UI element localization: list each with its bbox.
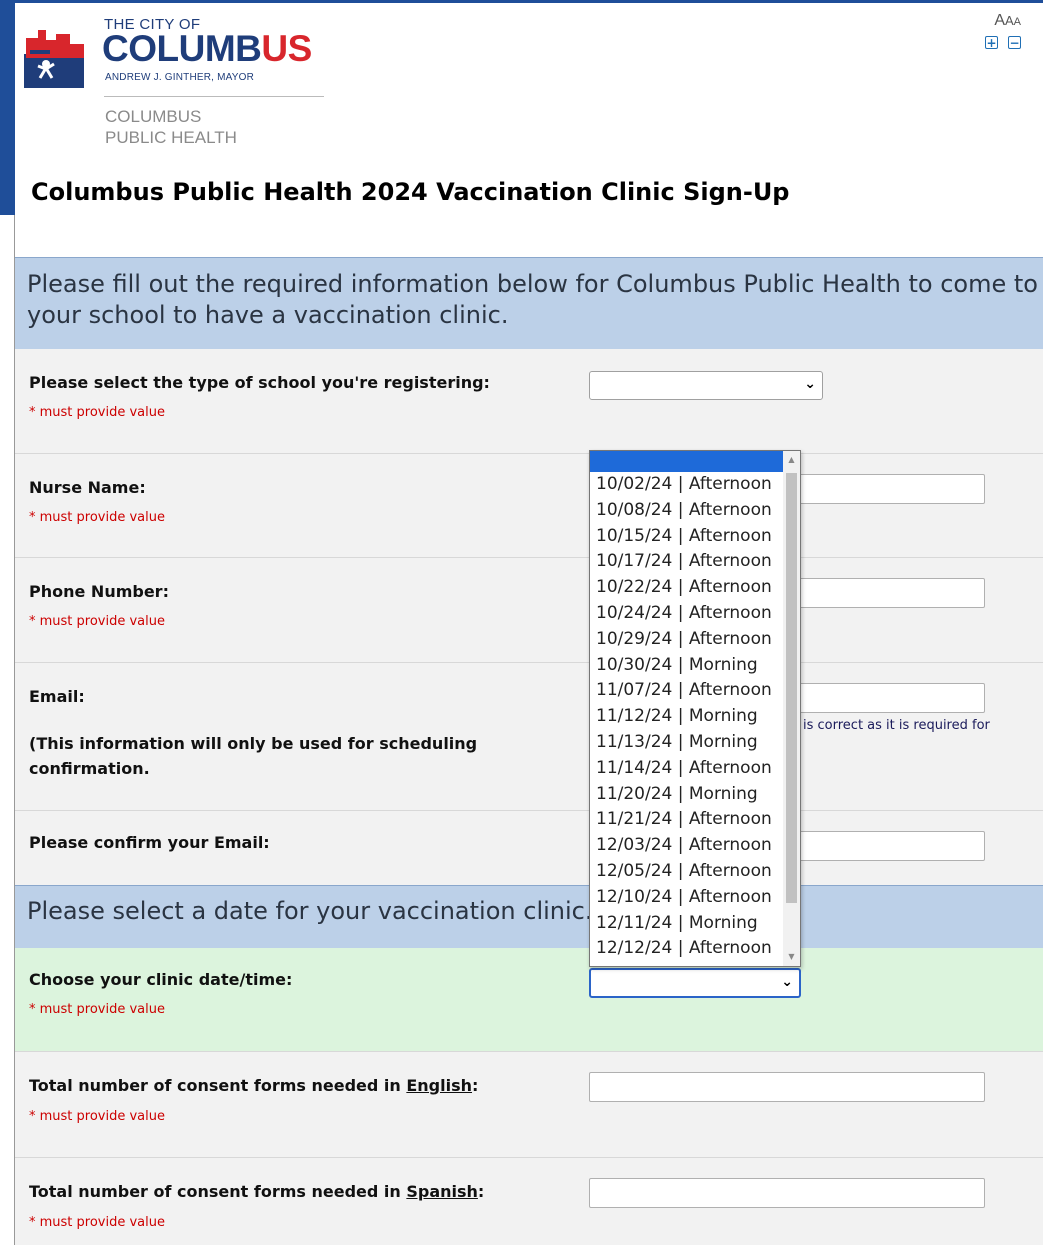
email-label: Email: bbox=[29, 687, 85, 706]
clinic-date-label: Choose your clinic date/time: bbox=[29, 970, 293, 989]
clinic-date-dropdown-list[interactable]: 10/02/24 | Afternoon 10/08/24 | Afternoon… bbox=[589, 450, 801, 967]
email-note: (This information will only be used for … bbox=[29, 734, 478, 778]
dropdown-options: 10/02/24 | Afternoon 10/08/24 | Afternoon… bbox=[590, 451, 784, 962]
logo-divider bbox=[104, 96, 324, 97]
dropdown-option[interactable]: 12/03/24 | Afternoon bbox=[590, 833, 784, 859]
school-type-label: Please select the type of school you're … bbox=[29, 373, 490, 392]
logo-department: COLUMBUS PUBLIC HEALTH bbox=[105, 107, 237, 147]
nurse-name-label: Nurse Name: bbox=[29, 478, 146, 497]
scroll-up-icon[interactable]: ▲ bbox=[783, 451, 800, 469]
city-logo[interactable]: THE CITY OF COLUMBUS ANDREW J. GINTHER, … bbox=[24, 14, 334, 149]
consent-english-row: Total number of consent forms needed in … bbox=[15, 1052, 1043, 1158]
dropdown-option[interactable]: 10/15/24 | Afternoon bbox=[590, 524, 784, 550]
dropdown-option[interactable]: 10/22/24 | Afternoon bbox=[590, 575, 784, 601]
chevron-down-icon: ⌄ bbox=[781, 974, 793, 990]
scrollbar-thumb[interactable] bbox=[786, 473, 797, 903]
dropdown-option[interactable]: 11/14/24 | Afternoon bbox=[590, 756, 784, 782]
logo-mayor: ANDREW J. GINTHER, MAYOR bbox=[105, 72, 255, 83]
dropdown-option[interactable]: 10/24/24 | Afternoon bbox=[590, 601, 784, 627]
dropdown-option[interactable]: 10/08/24 | Afternoon bbox=[590, 498, 784, 524]
dropdown-option[interactable]: 12/05/24 | Afternoon bbox=[590, 859, 784, 885]
required-note: * must provide value bbox=[29, 510, 165, 525]
school-type-select[interactable]: ⌄ bbox=[589, 371, 823, 400]
clinic-date-row: Choose your clinic date/time: * must pro… bbox=[15, 948, 1043, 1052]
text-size-label: AAA bbox=[994, 12, 1021, 29]
confirm-email-row: Please confirm your Email: bbox=[15, 811, 1043, 886]
required-note: * must provide value bbox=[29, 1109, 165, 1124]
dropdown-option[interactable]: 11/07/24 | Afternoon bbox=[590, 678, 784, 704]
text-size-controls: AAA + − bbox=[961, 12, 1021, 49]
required-note: * must provide value bbox=[29, 405, 165, 420]
dropdown-option[interactable]: 12/12/24 | Afternoon bbox=[590, 936, 784, 962]
page-title: Columbus Public Health 2024 Vaccination … bbox=[31, 178, 790, 206]
nurse-name-row: Nurse Name: * must provide value bbox=[15, 454, 1043, 558]
decrease-text-icon[interactable]: − bbox=[1008, 36, 1021, 49]
dropdown-option[interactable]: 11/12/24 | Morning bbox=[590, 704, 784, 730]
required-note: * must provide value bbox=[29, 1002, 165, 1017]
dropdown-option[interactable]: 12/11/24 | Morning bbox=[590, 911, 784, 937]
email-row: Email: (This information will only be us… bbox=[15, 663, 1043, 811]
consent-spanish-row: Total number of consent forms needed in … bbox=[15, 1158, 1043, 1245]
logo-columbus: COLUMBUS bbox=[102, 28, 312, 69]
top-accent-bar bbox=[0, 0, 1043, 3]
increase-text-icon[interactable]: + bbox=[985, 36, 998, 49]
dropdown-option[interactable] bbox=[590, 451, 784, 472]
consent-spanish-label: Total number of consent forms needed in … bbox=[29, 1182, 485, 1201]
chevron-down-icon: ⌄ bbox=[804, 376, 816, 392]
dropdown-option[interactable]: 11/21/24 | Afternoon bbox=[590, 807, 784, 833]
school-type-row: Please select the type of school you're … bbox=[15, 349, 1043, 454]
dropdown-option[interactable]: 10/30/24 | Morning bbox=[590, 653, 784, 679]
email-hint: is correct as it is required for bbox=[803, 718, 990, 733]
dropdown-option[interactable]: 10/29/24 | Afternoon bbox=[590, 627, 784, 653]
clinic-date-select[interactable]: ⌄ bbox=[589, 968, 801, 998]
left-accent-bar bbox=[0, 0, 15, 215]
phone-label: Phone Number: bbox=[29, 582, 169, 601]
required-note: * must provide value bbox=[29, 614, 165, 629]
city-skyline-icon bbox=[24, 30, 84, 88]
section-header-date: Please select a date for your vaccinatio… bbox=[15, 885, 1043, 948]
consent-spanish-input[interactable] bbox=[589, 1178, 985, 1208]
dropdown-option[interactable]: 11/13/24 | Morning bbox=[590, 730, 784, 756]
dropdown-option[interactable]: 10/17/24 | Afternoon bbox=[590, 549, 784, 575]
scroll-down-icon[interactable]: ▼ bbox=[783, 948, 800, 966]
phone-row: Phone Number: * must provide value bbox=[15, 558, 1043, 663]
section-header-info: Please fill out the required information… bbox=[15, 257, 1043, 349]
confirm-email-label: Please confirm your Email: bbox=[29, 833, 270, 852]
dropdown-scrollbar[interactable]: ▲ ▼ bbox=[783, 451, 800, 966]
dropdown-option[interactable]: 10/02/24 | Afternoon bbox=[590, 472, 784, 498]
required-note: * must provide value bbox=[29, 1215, 165, 1230]
dropdown-option[interactable]: 11/20/24 | Morning bbox=[590, 782, 784, 808]
consent-english-label: Total number of consent forms needed in … bbox=[29, 1076, 479, 1095]
dropdown-option[interactable]: 12/10/24 | Afternoon bbox=[590, 885, 784, 911]
consent-english-input[interactable] bbox=[589, 1072, 985, 1102]
